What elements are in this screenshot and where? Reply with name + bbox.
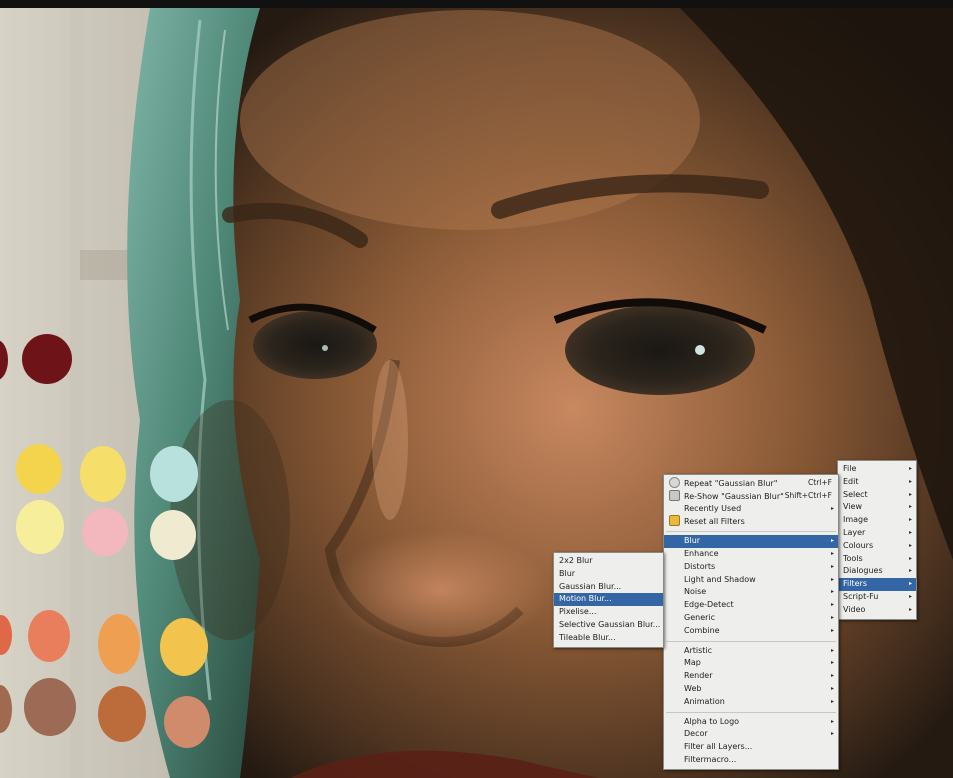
menu-item-select[interactable]: Select ▸: [838, 489, 916, 502]
chevron-right-icon: ▸: [830, 659, 834, 667]
filters-item-edge-detect[interactable]: Edge-Detect ▸: [664, 599, 838, 612]
blur-item-blur[interactable]: Blur: [554, 568, 663, 581]
chevron-right-icon: ▸: [908, 592, 912, 600]
filters-item-combine[interactable]: Combine ▸: [664, 625, 838, 638]
filters-item-distorts[interactable]: Distorts ▸: [664, 561, 838, 574]
chevron-right-icon: ▸: [830, 697, 834, 705]
chevron-right-icon: ▸: [830, 646, 834, 654]
filters-item-generic[interactable]: Generic ▸: [664, 612, 838, 625]
filters-item-enhance[interactable]: Enhance ▸: [664, 548, 838, 561]
filters-item-alpha-to-logo[interactable]: Alpha to Logo ▸: [664, 716, 838, 729]
repeat-icon: [669, 477, 680, 488]
chevron-right-icon: ▸: [908, 503, 912, 511]
palette-swatch: [80, 446, 126, 502]
reset-all-filters-item[interactable]: Reset all Filters: [664, 515, 838, 528]
filters-item-filter-all-layers[interactable]: Filter all Layers...: [664, 741, 838, 754]
filters-item-noise[interactable]: Noise ▸: [664, 586, 838, 599]
repeat-last-filter-item[interactable]: Repeat "Gaussian Blur" Ctrl+F: [664, 477, 838, 490]
menu-separator: [666, 531, 836, 533]
palette-swatch: [24, 678, 76, 736]
filters-item-artistic[interactable]: Artistic ▸: [664, 645, 838, 658]
filters-item-filtermacro[interactable]: Filtermacro...: [664, 754, 838, 767]
menu-item-image[interactable]: Image ▸: [838, 514, 916, 527]
palette-swatch: [28, 610, 70, 662]
menu-item-edit[interactable]: Edit ▸: [838, 476, 916, 489]
palette-swatch: [98, 686, 146, 742]
chevron-right-icon: ▸: [830, 730, 834, 738]
filters-item-blur[interactable]: Blur ▸: [664, 535, 838, 548]
chevron-right-icon: ▸: [908, 528, 912, 536]
palette-swatch: [98, 614, 140, 674]
filters-menu: Repeat "Gaussian Blur" Ctrl+F Re-Show "Ga…: [663, 474, 839, 770]
blur-item-motion-blur[interactable]: Motion Blur...: [554, 593, 663, 607]
menu-separator: [666, 640, 836, 642]
chevron-right-icon: ▸: [830, 549, 834, 557]
reshow-icon: [669, 489, 680, 501]
chevron-right-icon: ▸: [830, 537, 834, 545]
chevron-right-icon: ▸: [830, 672, 834, 680]
palette-swatch: [82, 508, 128, 556]
blur-item-tileable-blur[interactable]: Tileable Blur...: [554, 632, 663, 645]
palette-swatch: [164, 696, 210, 748]
reshow-last-filter-item[interactable]: Re-Show "Gaussian Blur" Shift+Ctrl+F: [664, 489, 838, 503]
image-menu: File ▸ Edit ▸ Select ▸ View ▸ Image ▸ Layer ▸ …: [837, 460, 917, 620]
menu-item-dialogues[interactable]: Dialogues ▸: [838, 565, 916, 578]
chevron-right-icon: ▸: [830, 601, 834, 609]
chevron-right-icon: ▸: [908, 516, 912, 524]
blur-submenu: 2x2 Blur Blur Gaussian Blur... Motion Bl…: [553, 552, 664, 648]
chevron-right-icon: ▸: [830, 575, 834, 583]
filters-item-render[interactable]: Render ▸: [664, 670, 838, 683]
palette-swatch: [160, 618, 208, 676]
menu-separator: [666, 711, 836, 713]
blur-item-selective-gaussian-blur[interactable]: Selective Gaussian Blur...: [554, 619, 663, 632]
recently-used-item[interactable]: Recently Used ▸: [664, 503, 838, 516]
blur-item-gaussian-blur[interactable]: Gaussian Blur...: [554, 581, 663, 594]
blur-item-pixelise[interactable]: Pixelise...: [554, 606, 663, 619]
chevron-right-icon: ▸: [830, 626, 834, 634]
menu-item-file[interactable]: File ▸: [838, 463, 916, 476]
chevron-right-icon: ▸: [908, 605, 912, 613]
menu-item-layer[interactable]: Layer ▸: [838, 527, 916, 540]
blur-item-2x2-blur[interactable]: 2x2 Blur: [554, 555, 663, 568]
chevron-right-icon: ▸: [908, 490, 912, 498]
filters-item-animation[interactable]: Animation ▸: [664, 696, 838, 709]
menu-item-view[interactable]: View ▸: [838, 501, 916, 514]
palette-swatch: [16, 444, 62, 494]
chevron-right-icon: ▸: [908, 580, 912, 588]
menu-item-tools[interactable]: Tools ▸: [838, 553, 916, 566]
chevron-right-icon: ▸: [830, 717, 834, 725]
palette-swatch: [150, 510, 196, 560]
filters-item-decor[interactable]: Decor ▸: [664, 728, 838, 741]
chevron-right-icon: ▸: [830, 562, 834, 570]
palette-swatch: [16, 500, 64, 554]
chevron-right-icon: ▸: [830, 588, 834, 596]
menu-item-filters[interactable]: Filters ▸: [838, 578, 916, 591]
palette-swatch: [150, 446, 198, 502]
chevron-right-icon: ▸: [908, 477, 912, 485]
filters-item-web[interactable]: Web ▸: [664, 683, 838, 696]
menu-item-colours[interactable]: Colours ▸: [838, 540, 916, 553]
chevron-right-icon: ▸: [908, 541, 912, 549]
chevron-right-icon: ▸: [830, 684, 834, 692]
chevron-right-icon: ▸: [908, 465, 912, 472]
chevron-right-icon: ▸: [830, 504, 834, 512]
reset-filters-icon: [669, 515, 680, 527]
menu-item-script-fu[interactable]: Script-Fu ▸: [838, 591, 916, 604]
filters-item-light-and-shadow[interactable]: Light and Shadow ▸: [664, 574, 838, 587]
chevron-right-icon: ▸: [830, 613, 834, 621]
palette-swatch: [22, 334, 72, 384]
menu-item-video[interactable]: Video ▸: [838, 604, 916, 617]
filters-item-map[interactable]: Map ▸: [664, 657, 838, 670]
chevron-right-icon: ▸: [908, 554, 912, 562]
chevron-right-icon: ▸: [908, 567, 912, 575]
